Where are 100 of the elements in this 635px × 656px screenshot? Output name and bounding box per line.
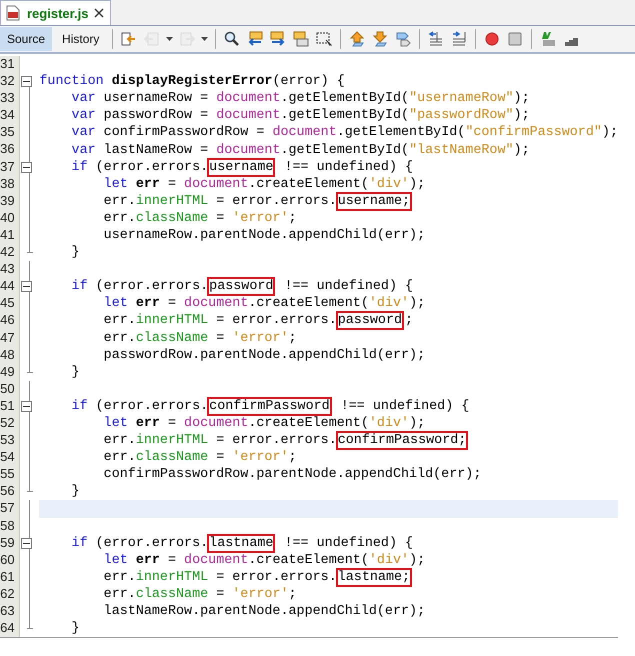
fold-toggle[interactable] [21, 162, 32, 173]
line-number: 51 [0, 398, 16, 415]
code-text: !== undefined) { [283, 536, 414, 551]
line-number: 49 [0, 364, 16, 381]
line-number: 40 [0, 210, 16, 227]
code-line: function displayRegisterError(error) { [39, 73, 346, 90]
code-text: (error.errors. [94, 160, 208, 175]
line-number: 58 [0, 518, 16, 535]
code-line: var usernameRow = document.getElementById("usernameRow"); [70, 90, 531, 108]
highlighted-code: lastname; [338, 570, 410, 585]
code-text: err. [102, 570, 136, 585]
code-text: err. [102, 194, 136, 209]
file-tab[interactable]: register.js [0, 0, 112, 25]
code-line: let err = document.createElement('div'); [102, 176, 426, 193]
line-number: 62 [0, 586, 16, 603]
code-text: if [70, 398, 88, 414]
line-number: 33 [0, 90, 16, 108]
code-text: = error.errors. [215, 433, 337, 448]
line-number: 61 [0, 568, 16, 586]
code-line: usernameRow.parentNode.appendChild(err); [102, 226, 426, 244]
line-number: 37 [0, 158, 16, 176]
code-line: var confirmPasswordRow = document.getElementById("confirmPassword"); [70, 124, 618, 142]
code-line: } [70, 620, 81, 637]
line-number: 43 [0, 261, 16, 278]
code-line: err.className = 'error'; [102, 330, 298, 347]
fold-toggle[interactable] [21, 281, 32, 292]
code-line: } [70, 483, 81, 500]
highlighted-code: lastname [209, 536, 274, 551]
highlighted-code: username [209, 160, 274, 175]
line-number: 63 [0, 603, 16, 620]
code-text: = error.errors. [215, 570, 337, 585]
code-text: err. [102, 313, 136, 328]
line-number: 48 [0, 346, 16, 364]
line-number: 31 [0, 56, 16, 73]
line-number: 38 [0, 176, 16, 193]
code-line: err.className = 'error'; [102, 449, 298, 466]
code-text: innerHTML [136, 194, 208, 209]
line-number: 57 [0, 500, 16, 518]
line-number: 32 [0, 73, 16, 90]
code-line: let err = document.createElement('div'); [102, 552, 426, 569]
code-line: lastNameRow.parentNode.appendChild(err); [102, 603, 426, 620]
fold-toggle[interactable] [21, 76, 32, 88]
code-text: !== undefined) { [340, 398, 470, 414]
line-number: 44 [0, 278, 16, 296]
line-number: 35 [0, 124, 16, 142]
code-text: if [70, 160, 88, 175]
line-number: 36 [0, 141, 16, 158]
code-text: !== undefined) { [283, 160, 414, 175]
fold-toggle[interactable] [21, 400, 32, 412]
code-text: = error.errors. [215, 194, 337, 209]
code-text: innerHTML [136, 313, 208, 328]
code-text: = error.errors. [215, 313, 337, 328]
highlighted-code: confirmPassword; [338, 433, 466, 448]
line-number: 39 [0, 192, 16, 210]
code-line: } [70, 244, 81, 262]
code-line: var passwordRow = document.getElementById("passwordRow"); [70, 107, 531, 124]
line-number: 64 [0, 620, 16, 637]
view-tab[interactable]: History [55, 27, 106, 51]
code-text: if [70, 536, 88, 551]
code-line: let err = document.createElement('div'); [102, 295, 426, 312]
fold-toggle[interactable] [21, 538, 32, 549]
line-number: 46 [0, 312, 16, 330]
line-number: 53 [0, 432, 16, 450]
line-number: 41 [0, 226, 16, 244]
line-number: 56 [0, 483, 16, 500]
code-line: let err = document.createElement('div'); [102, 415, 426, 432]
stacked-boxes-icon[interactable] [291, 29, 312, 49]
code-line: var lastNameRow = document.getElementById("lastNameRow"); [70, 142, 531, 159]
code-line: err.className = 'error'; [102, 210, 298, 227]
code-text: (error.errors. [94, 536, 208, 551]
js-file-icon [5, 5, 21, 21]
highlighted-code: username; [338, 194, 410, 209]
line-number: 59 [0, 534, 16, 552]
line-number: 52 [0, 414, 16, 432]
highlighted-code: password [338, 313, 402, 328]
code-text: (error.errors. [94, 398, 208, 414]
code-text: if [70, 279, 88, 294]
line-number: 34 [0, 107, 16, 124]
code-text: !== undefined) { [283, 279, 414, 294]
line-number: 42 [0, 244, 16, 262]
view-tab[interactable]: Source [0, 27, 52, 51]
line-number: 55 [0, 466, 16, 484]
code-line: passwordRow.parentNode.appendChild(err); [102, 346, 426, 364]
code-line: err.className = 'error'; [102, 586, 298, 603]
line-number: 47 [0, 330, 16, 346]
line-number: 60 [0, 552, 16, 569]
line-number: 45 [0, 295, 16, 312]
code-text: (error.errors. [94, 279, 208, 294]
code-text: innerHTML [136, 433, 208, 448]
line-number: 54 [0, 449, 16, 466]
code-text: innerHTML [136, 570, 208, 585]
highlighted-code: password [209, 279, 274, 294]
highlighted-code: confirmPassword [209, 398, 330, 414]
close-icon[interactable] [94, 8, 104, 18]
code-text: ; [405, 313, 414, 328]
code-line: } [70, 364, 81, 381]
line-number: 50 [0, 380, 16, 398]
code-text: err. [102, 433, 136, 448]
file-name: register.js [27, 6, 88, 20]
code-line: confirmPasswordRow.parentNode.appendChild(err); [102, 466, 482, 484]
